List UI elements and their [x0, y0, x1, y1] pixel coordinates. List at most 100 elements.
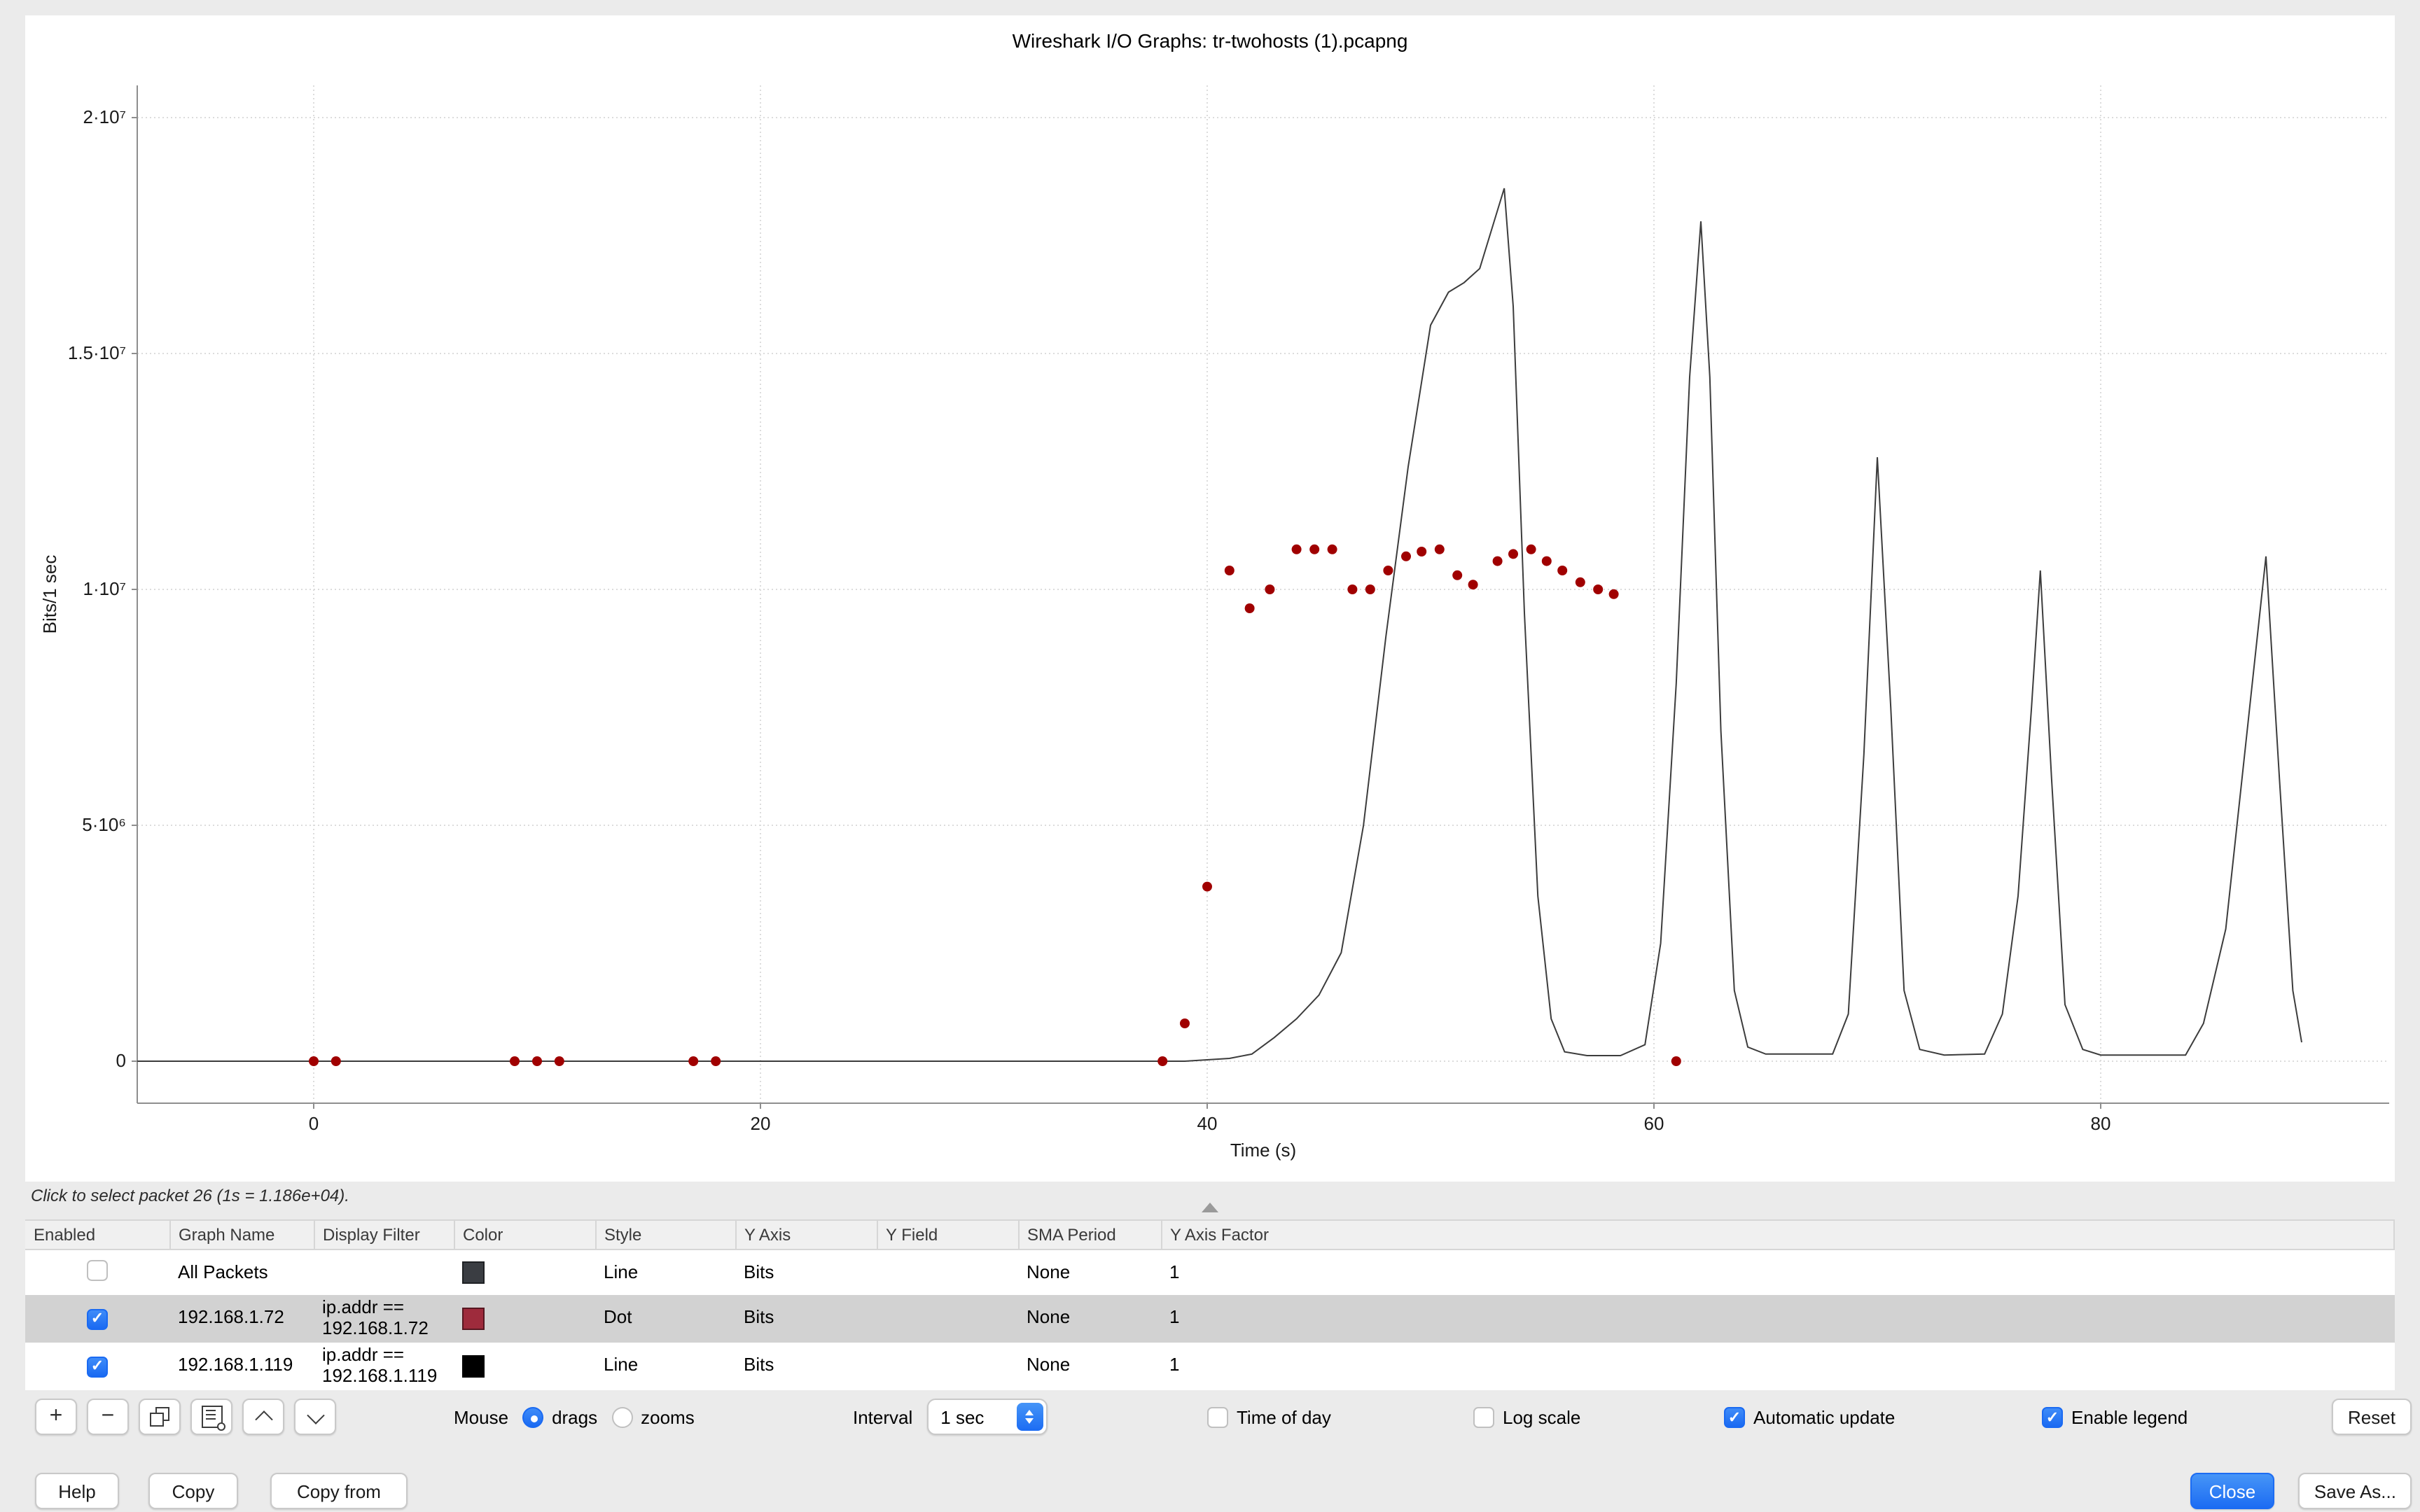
zooms-label: zooms: [641, 1406, 695, 1427]
y-field-cell[interactable]: [877, 1250, 1018, 1295]
column-header-display-filter[interactable]: Display Filter: [314, 1220, 454, 1250]
style-cell[interactable]: Dot: [595, 1295, 735, 1343]
y-axis-cell[interactable]: Bits: [735, 1343, 877, 1390]
column-header-color[interactable]: Color: [454, 1220, 595, 1250]
checkbox-icon: [1473, 1406, 1494, 1427]
style-cell[interactable]: Line: [595, 1250, 735, 1295]
table-row[interactable]: All Packets LineBits None1: [25, 1250, 2394, 1295]
color-swatch-cell[interactable]: [454, 1343, 595, 1390]
mouse-drags-radio[interactable]: drags: [522, 1406, 597, 1427]
y-axis-cell[interactable]: Bits: [735, 1295, 877, 1343]
io-graph-chart[interactable]: 0204060802·10⁷1.5·10⁷1·10⁷5·10⁶0Time (s)…: [25, 15, 2395, 1182]
wireshark-io-graphs-window: 0204060802·10⁷1.5·10⁷1·10⁷5·10⁶0Time (s)…: [0, 0, 2420, 1512]
log-scale-label: Log scale: [1503, 1406, 1580, 1427]
enable-legend-checkbox[interactable]: Enable legend: [2042, 1406, 2188, 1428]
factor-cell[interactable]: 1: [1161, 1250, 2394, 1295]
help-button[interactable]: Help: [35, 1473, 119, 1509]
y-field-cell[interactable]: [877, 1295, 1018, 1343]
chart-labels: 0204060802·10⁷1.5·10⁷1·10⁷5·10⁶0Time (s)…: [39, 106, 2110, 1161]
enable-legend-label: Enable legend: [2071, 1406, 2188, 1427]
reset-button[interactable]: Reset: [2332, 1399, 2412, 1435]
sma-cell[interactable]: None: [1018, 1295, 1161, 1343]
color-swatch[interactable]: [462, 1308, 485, 1330]
status-text: Click to select packet 26 (1s = 1.186e+0…: [31, 1186, 349, 1205]
series-192.168.1.119: [137, 188, 2302, 1061]
chart-axes: [132, 85, 2389, 1109]
table-header-row: EnabledGraph NameDisplay FilterColorStyl…: [25, 1220, 2394, 1250]
sma-cell[interactable]: None: [1018, 1250, 1161, 1295]
row-enabled-cell[interactable]: [25, 1250, 169, 1295]
column-header-style[interactable]: Style: [595, 1220, 735, 1250]
stepper-icon: [1016, 1403, 1043, 1431]
splitter-handle[interactable]: [1202, 1203, 1218, 1212]
time-of-day-checkbox[interactable]: Time of day: [1207, 1406, 1331, 1428]
row-enabled-cell[interactable]: [25, 1295, 169, 1343]
table-row[interactable]: 192.168.1.119ip.addr == 192.168.1.119 Lin…: [25, 1343, 2394, 1390]
column-header-graph-name[interactable]: Graph Name: [169, 1220, 314, 1250]
radio-zooms-icon: [611, 1406, 632, 1427]
svg-text:0: 0: [309, 1113, 319, 1134]
display-filter-cell[interactable]: ip.addr == 192.168.1.119: [314, 1343, 454, 1390]
svg-text:5·10⁶: 5·10⁶: [82, 814, 126, 835]
radio-drags-icon: [522, 1406, 543, 1427]
style-cell[interactable]: Line: [595, 1343, 735, 1390]
sma-cell[interactable]: None: [1018, 1343, 1161, 1390]
color-swatch-cell[interactable]: [454, 1250, 595, 1295]
svg-text:40: 40: [1197, 1113, 1218, 1134]
column-header-y-field[interactable]: Y Field: [877, 1220, 1018, 1250]
column-header-y-axis-factor[interactable]: Y Axis Factor: [1161, 1220, 2394, 1250]
automatic-update-label: Automatic update: [1753, 1406, 1895, 1427]
factor-cell[interactable]: 1: [1161, 1295, 2394, 1343]
graph-name-cell[interactable]: All Packets: [169, 1250, 314, 1295]
save-as-button[interactable]: Save As...: [2299, 1473, 2412, 1509]
graph-name-cell[interactable]: 192.168.1.119: [169, 1343, 314, 1390]
svg-text:0: 0: [116, 1050, 126, 1071]
display-filter-cell[interactable]: [314, 1250, 454, 1295]
move-up-button[interactable]: [242, 1399, 284, 1435]
graph-name-cell[interactable]: 192.168.1.72: [169, 1295, 314, 1343]
close-button[interactable]: Close: [2190, 1473, 2274, 1509]
chart-panel: 0204060802·10⁷1.5·10⁷1·10⁷5·10⁶0Time (s)…: [25, 15, 2395, 1182]
color-swatch[interactable]: [462, 1355, 485, 1378]
column-header-sma-period[interactable]: SMA Period: [1018, 1220, 1161, 1250]
y-axis-cell[interactable]: Bits: [735, 1250, 877, 1295]
row-enabled-checkbox[interactable]: [87, 1259, 108, 1280]
clear-graphs-button[interactable]: [190, 1399, 232, 1435]
copy-from-button[interactable]: Copy from: [270, 1473, 408, 1509]
color-swatch[interactable]: [462, 1261, 485, 1284]
y-field-cell[interactable]: [877, 1343, 1018, 1390]
factor-cell[interactable]: 1: [1161, 1343, 2394, 1390]
svg-text:80: 80: [2091, 1113, 2111, 1134]
color-swatch-cell[interactable]: [454, 1295, 595, 1343]
checkbox-icon: [2042, 1406, 2063, 1427]
add-graph-button[interactable]: +: [35, 1399, 77, 1435]
duplicate-graph-button[interactable]: [139, 1399, 181, 1435]
interval-select[interactable]: 1 sec: [926, 1399, 1047, 1435]
chevron-down-icon: [306, 1406, 324, 1423]
row-enabled-checkbox[interactable]: [87, 1309, 108, 1330]
log-scale-checkbox[interactable]: Log scale: [1473, 1406, 1580, 1428]
remove-graph-button[interactable]: −: [87, 1399, 129, 1435]
automatic-update-checkbox[interactable]: Automatic update: [1724, 1406, 1895, 1428]
svg-text:60: 60: [1644, 1113, 1664, 1134]
x-axis-label: Time (s): [1230, 1140, 1296, 1161]
column-header-enabled[interactable]: Enabled: [25, 1220, 169, 1250]
display-filter-cell[interactable]: ip.addr == 192.168.1.72: [314, 1295, 454, 1343]
chart-title: Wireshark I/O Graphs: tr-twohosts (1).pc…: [25, 29, 2395, 52]
row-enabled-checkbox[interactable]: [87, 1356, 108, 1377]
mouse-zooms-radio[interactable]: zooms: [611, 1406, 695, 1427]
column-header-y-axis[interactable]: Y Axis: [735, 1220, 877, 1250]
graph-settings-icon: [201, 1406, 222, 1428]
mouse-mode-group: Mouse drags zooms: [454, 1399, 695, 1435]
move-down-button[interactable]: [294, 1399, 336, 1435]
graph-toolbar: + −: [35, 1399, 336, 1435]
series-192.168.1.72: [309, 545, 1681, 1066]
mouse-label: Mouse: [454, 1406, 508, 1427]
row-enabled-cell[interactable]: [25, 1343, 169, 1390]
controls-bar: + − Mouse drags zooms Interval: [0, 1399, 2420, 1438]
minus-icon: −: [102, 1406, 115, 1428]
table-row[interactable]: 192.168.1.72ip.addr == 192.168.1.72 DotBi…: [25, 1295, 2394, 1343]
copy-button[interactable]: Copy: [148, 1473, 238, 1509]
drags-label: drags: [552, 1406, 597, 1427]
checkbox-icon: [1724, 1406, 1745, 1427]
